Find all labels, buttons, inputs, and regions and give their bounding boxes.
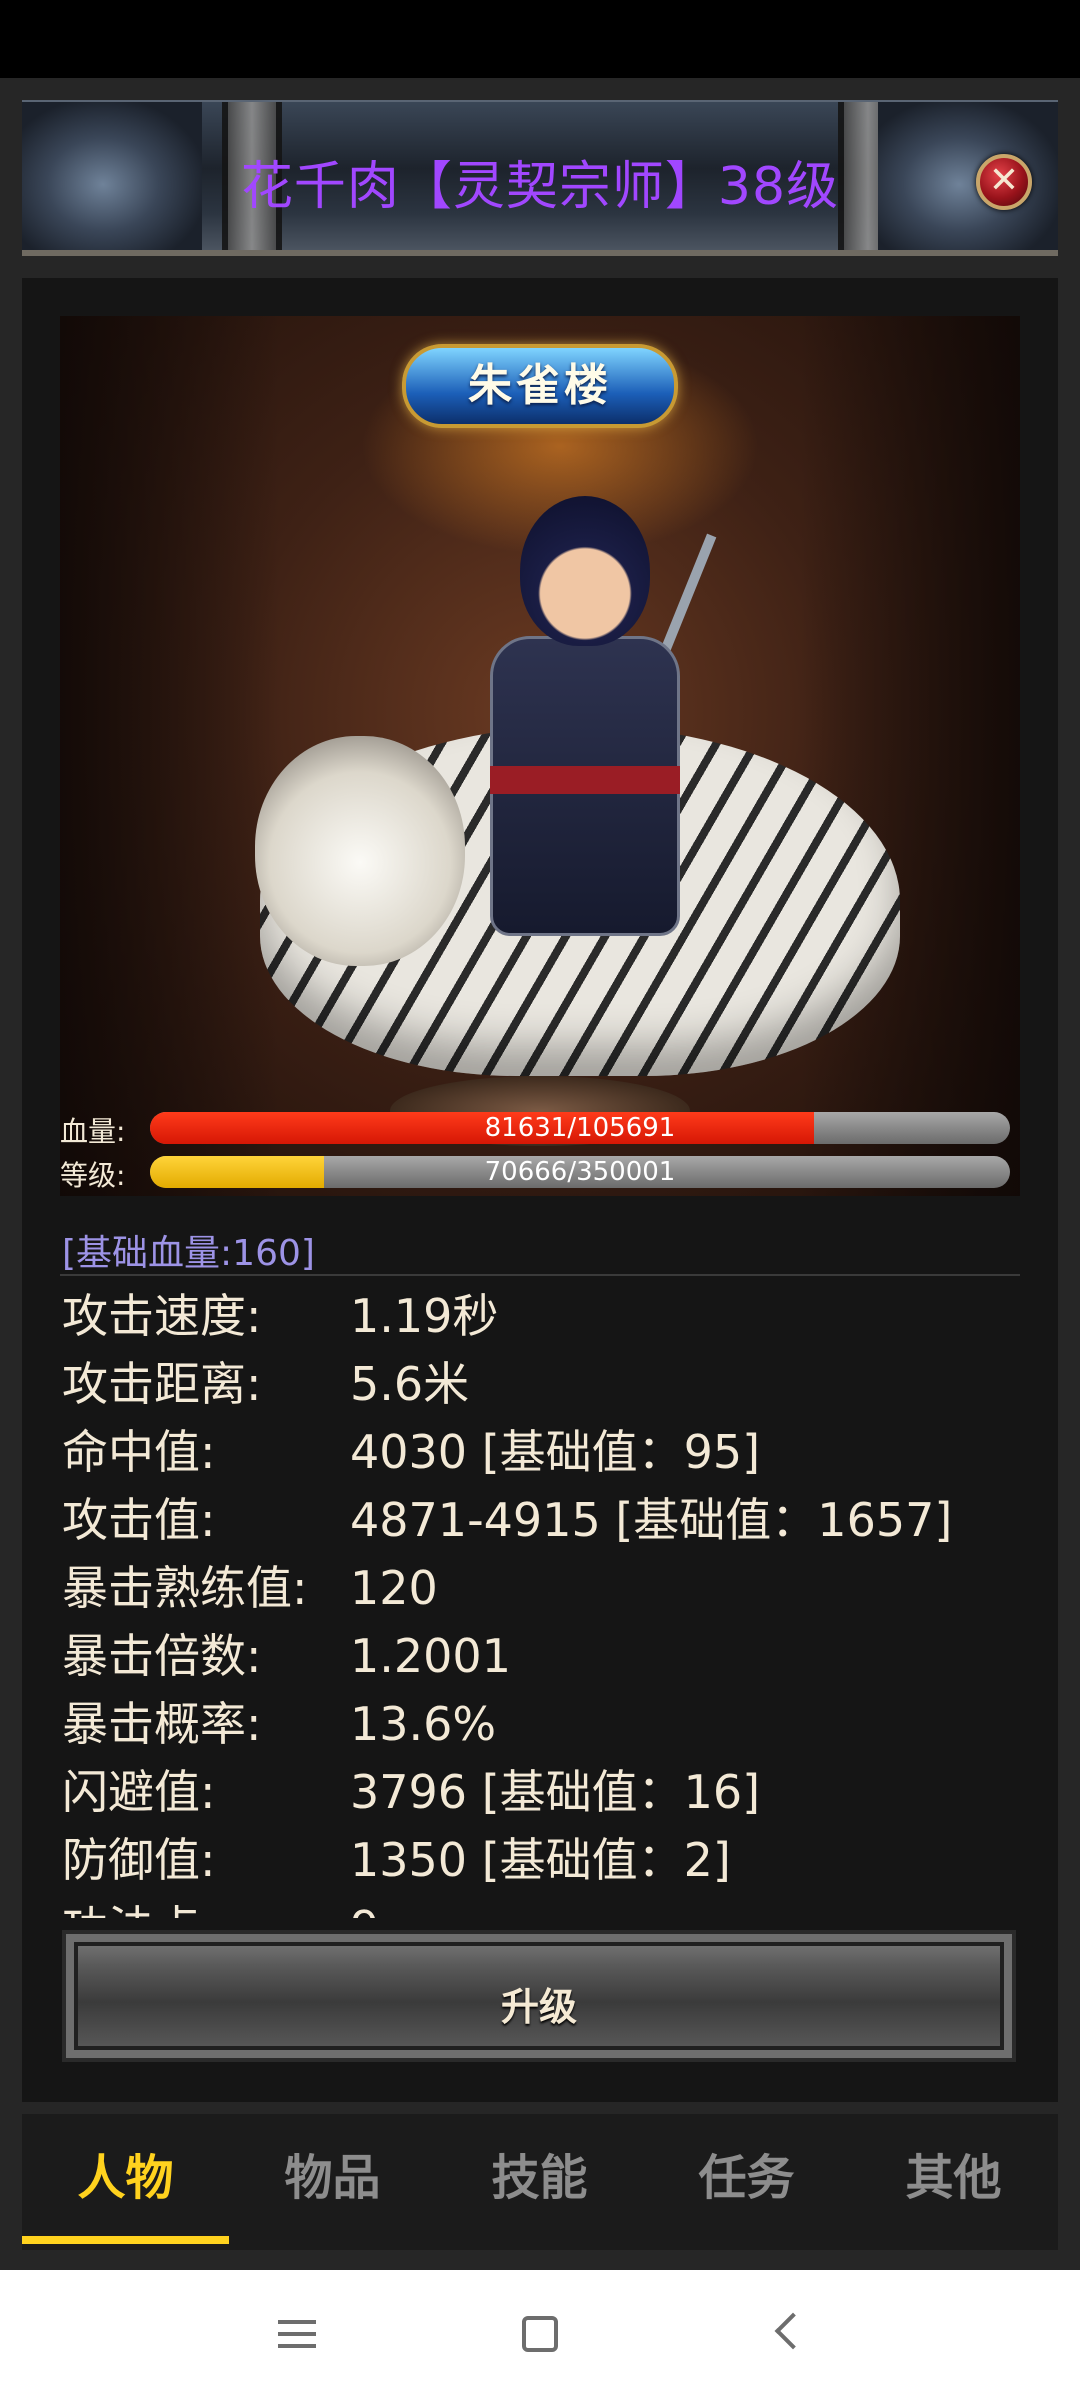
menu-icon[interactable] <box>236 2270 356 2400</box>
page-title: 花千肉【灵契宗师】38级 <box>240 157 840 217</box>
tab-skills[interactable]: 技能 <box>436 2114 643 2250</box>
tab-bar: 人物 物品 技能 任务 其他 <box>22 2114 1058 2250</box>
stat-row: 防御值: 1350 [基础值：2] <box>62 1826 1022 1894</box>
stat-row: 暴击倍数: 1.2001 <box>62 1622 1022 1690</box>
cave-wall-left <box>60 316 280 1196</box>
stat-label: 攻击速度: <box>62 1289 262 1343</box>
stat-label: 暴击熟练值: <box>62 1561 308 1615</box>
system-nav-bar <box>0 2270 1080 2400</box>
stat-label: 闪避值: <box>62 1765 216 1819</box>
stat-label: 暴击概率: <box>62 1697 262 1751</box>
stat-value: 3796 [基础值：16] <box>350 1765 761 1819</box>
stat-value: 13.6% <box>350 1697 497 1751</box>
back-icon[interactable] <box>724 2270 844 2400</box>
stat-label: 功法点: <box>62 1894 216 1918</box>
stat-row: 攻击速度: 1.19秒 <box>62 1282 1022 1350</box>
hero-figure <box>480 496 717 1016</box>
hero-belt <box>490 766 680 794</box>
stat-label: 防御值: <box>62 1833 216 1887</box>
stat-value: 120 <box>350 1561 438 1615</box>
stat-row: 暴击熟练值: 120 <box>62 1554 1022 1622</box>
stat-value: 4030 [基础值：95] <box>350 1425 761 1479</box>
stat-row: 暴击概率: 13.6% <box>62 1690 1022 1758</box>
guild-sign-text: 朱雀楼 <box>468 360 612 411</box>
stat-row: 攻击距离: 5.6米 <box>62 1350 1022 1418</box>
stat-row: 功法点: 9 <box>62 1894 1022 1918</box>
status-bar <box>0 0 1080 78</box>
hp-bar-row: 血量: 81631/105691 <box>60 1108 1020 1148</box>
stat-value: 1350 [基础值：2] <box>350 1833 731 1887</box>
hp-label: 血量: <box>60 1115 126 1148</box>
character-portrait: 朱雀楼 <box>60 316 1020 1196</box>
stat-value: 9 <box>350 1894 379 1918</box>
exp-bar-row: 等级: 70666/350001 <box>60 1152 1020 1192</box>
stat-label: 暴击倍数: <box>62 1629 262 1683</box>
hero-head <box>520 496 650 646</box>
close-icon: ✕ <box>988 160 1020 201</box>
home-icon[interactable] <box>480 2270 600 2400</box>
stat-label: 攻击值: <box>62 1493 216 1547</box>
exp-label: 等级: <box>60 1159 126 1192</box>
exp-bar: 70666/350001 <box>150 1156 1010 1188</box>
stat-row: 闪避值: 3796 [基础值：16] <box>62 1758 1022 1826</box>
tab-character[interactable]: 人物 <box>22 2114 229 2250</box>
divider <box>60 1274 1020 1276</box>
upgrade-label: 升级 <box>500 1985 577 2029</box>
stat-label: 攻击距离: <box>62 1357 262 1411</box>
hp-bar: 81631/105691 <box>150 1112 1010 1144</box>
hp-value: 81631/105691 <box>484 1113 676 1143</box>
stat-row: 攻击值: 4871-4915 [基础值：1657] <box>62 1486 1022 1554</box>
exp-value: 70666/350001 <box>484 1157 676 1187</box>
stats-list[interactable]: 攻击速度: 1.19秒 攻击距离: 5.6米 命中值: 4030 [基础值：95] 攻… <box>62 1282 1022 1918</box>
base-hp-note: [基础血量:160] <box>62 1233 315 1274</box>
stat-row: 命中值: 4030 [基础值：95] <box>62 1418 1022 1486</box>
cave-wall-right <box>800 316 1020 1196</box>
active-tab-indicator <box>22 2236 229 2244</box>
stat-value: 4871-4915 [基础值：1657] <box>350 1493 953 1547</box>
tab-items[interactable]: 物品 <box>229 2114 436 2250</box>
close-button[interactable]: ✕ <box>976 154 1032 210</box>
upgrade-button[interactable]: 升级 <box>62 1930 1016 2062</box>
stat-label: 命中值: <box>62 1425 216 1479</box>
stat-value: 1.2001 <box>350 1629 511 1683</box>
white-tiger-head <box>255 736 465 966</box>
title-banner: 花千肉【灵契宗师】38级 ✕ <box>22 100 1058 256</box>
guild-sign: 朱雀楼 <box>402 344 678 428</box>
tab-quests[interactable]: 任务 <box>643 2114 850 2250</box>
stat-value: 5.6米 <box>350 1357 470 1411</box>
tab-other[interactable]: 其他 <box>850 2114 1057 2250</box>
stat-value: 1.19秒 <box>350 1289 499 1343</box>
